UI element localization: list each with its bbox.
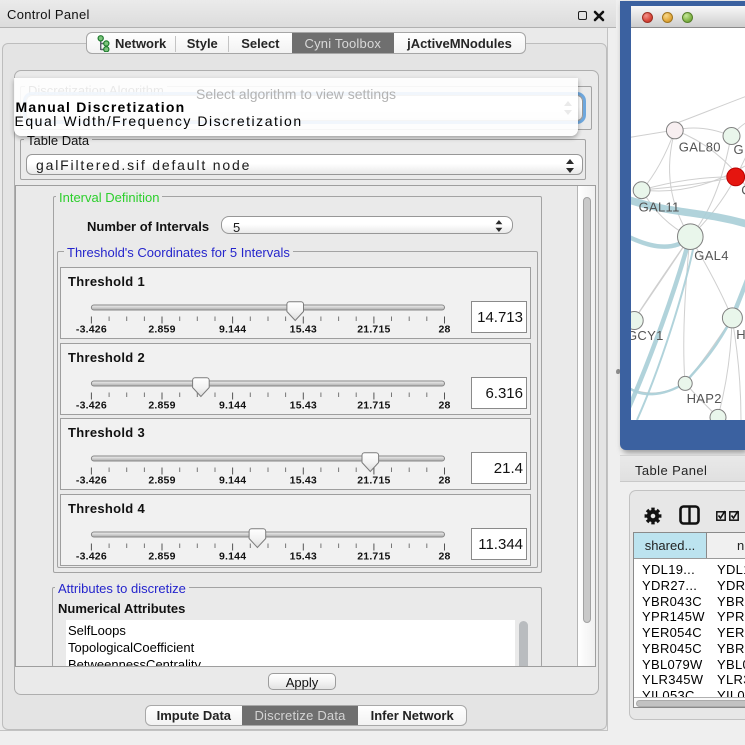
svg-text:21.715: 21.715	[357, 323, 390, 335]
svg-text:GAL4: GAL4	[694, 248, 728, 263]
svg-text:2.859: 2.859	[148, 550, 175, 562]
svg-text:H: H	[736, 327, 745, 342]
svg-text:2.859: 2.859	[148, 399, 175, 411]
svg-text:9.144: 9.144	[219, 323, 246, 335]
svg-text:15.43: 15.43	[290, 474, 317, 486]
svg-text:GAL80: GAL80	[679, 140, 721, 155]
svg-text:-3.426: -3.426	[76, 550, 107, 562]
svg-text:GAL11: GAL11	[639, 200, 680, 215]
svg-text:15.43: 15.43	[290, 399, 317, 411]
svg-text:9.144: 9.144	[219, 550, 246, 562]
svg-text:28: 28	[438, 474, 450, 486]
svg-text:15.43: 15.43	[290, 550, 317, 562]
svg-text:-3.426: -3.426	[76, 399, 107, 411]
svg-text:28: 28	[438, 399, 450, 411]
svg-text:21.715: 21.715	[357, 474, 390, 486]
svg-text:21.715: 21.715	[357, 399, 390, 411]
svg-text:9.144: 9.144	[219, 399, 246, 411]
svg-text:15.43: 15.43	[290, 323, 317, 335]
svg-text:9.144: 9.144	[219, 474, 246, 486]
svg-text:-3.426: -3.426	[76, 474, 107, 486]
svg-text:GCY1: GCY1	[631, 328, 664, 343]
svg-text:C: C	[741, 183, 745, 198]
svg-text:28: 28	[438, 550, 450, 562]
svg-text:2.859: 2.859	[148, 323, 175, 335]
svg-text:2.859: 2.859	[148, 474, 175, 486]
svg-text:G.: G.	[734, 142, 745, 157]
svg-text:HAP2: HAP2	[687, 391, 722, 406]
svg-text:21.715: 21.715	[357, 550, 390, 562]
svg-text:28: 28	[438, 323, 450, 335]
svg-text:-3.426: -3.426	[76, 323, 107, 335]
